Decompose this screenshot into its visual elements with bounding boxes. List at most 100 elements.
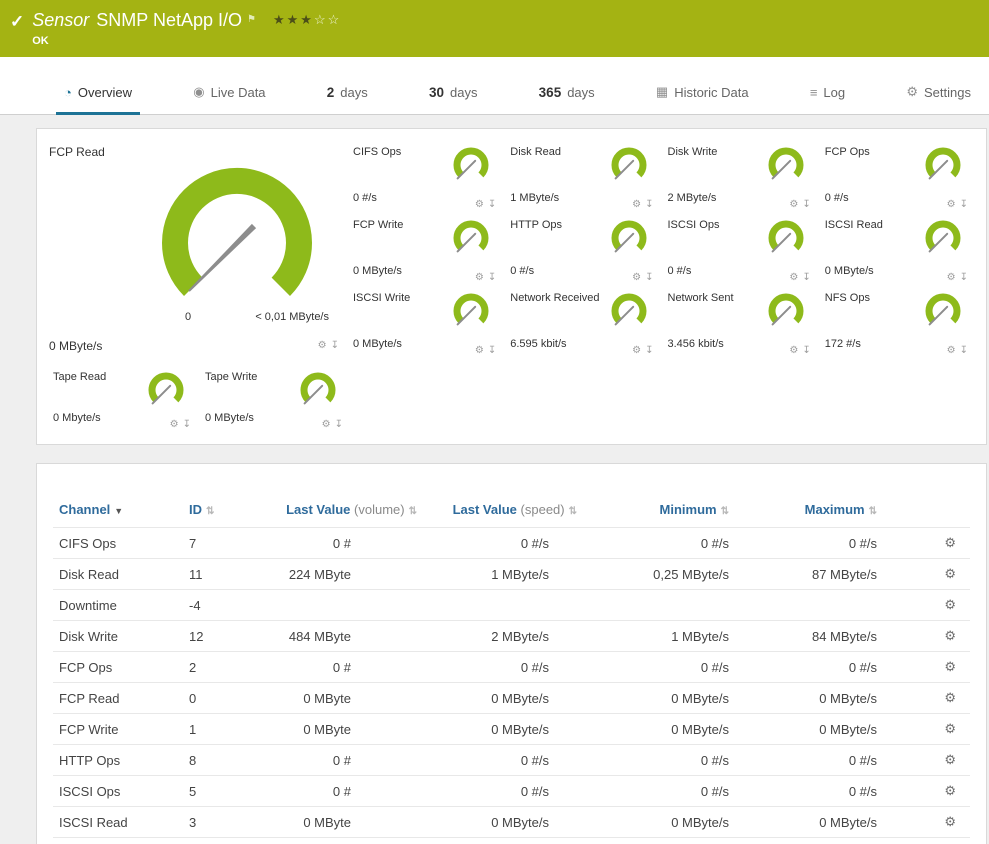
gear-icon[interactable]: ⚙ [789, 345, 798, 356]
cell-channel: ISCSI Write [53, 837, 183, 844]
col-sublabel: (volume) [354, 502, 405, 517]
channel-settings-icon[interactable]: ⚙ [944, 721, 956, 736]
tab-historic-data[interactable]: ▦ Historic Data [648, 78, 757, 115]
col-header-minimum[interactable]: Minimum ⇅ [583, 494, 735, 528]
table-row[interactable]: ISCSI Write 4 0 MByte 0 MByte/s 0 MByte/… [53, 837, 970, 844]
table-row[interactable]: CIFS Ops 7 0 # 0 #/s 0 #/s 0 #/s ⚙ [53, 527, 970, 559]
gauge-cell[interactable]: Disk Read 1 MByte/s ⚙ ↧ [504, 141, 661, 214]
stars-filled[interactable]: ★★★ [273, 12, 314, 27]
table-row[interactable]: FCP Ops 2 0 # 0 #/s 0 #/s 0 #/s ⚙ [53, 651, 970, 683]
channel-settings-icon[interactable]: ⚙ [944, 628, 956, 643]
tab-label: days [567, 85, 595, 100]
tab-label: Overview [77, 85, 133, 100]
overview-icon: ◔ [64, 85, 72, 100]
gear-icon[interactable]: ⚙ [475, 199, 484, 210]
cell-actions: ⚙ [883, 651, 970, 683]
col-header-last-value-speed[interactable]: Last Value (speed) ⇅ [423, 494, 583, 528]
channel-settings-icon[interactable]: ⚙ [944, 752, 956, 767]
tab-overview[interactable]: ◔ Overview [56, 79, 141, 115]
gauge-cell[interactable]: ISCSI Write 0 MByte/s ⚙ ↧ [347, 287, 504, 360]
col-header-last-value-volume[interactable]: Last Value (volume) ⇅ [261, 494, 423, 528]
priority-stars[interactable]: ★★★☆☆ [273, 9, 341, 31]
pin-icon[interactable]: ↧ [802, 345, 810, 356]
tab-30-days[interactable]: 30 days [421, 79, 486, 115]
channel-settings-icon[interactable]: ⚙ [944, 535, 956, 550]
pin-icon[interactable]: ↧ [335, 419, 343, 430]
gear-icon[interactable]: ⚙ [318, 340, 327, 351]
channel-settings-icon[interactable]: ⚙ [944, 659, 956, 674]
gauge-cell[interactable]: NFS Ops 172 #/s ⚙ ↧ [819, 287, 976, 360]
gauge-cell[interactable]: CIFS Ops 0 #/s ⚙ ↧ [347, 141, 504, 214]
gear-icon[interactable]: ⚙ [947, 345, 956, 356]
gear-icon[interactable]: ⚙ [947, 272, 956, 283]
table-row[interactable]: ISCSI Ops 5 0 # 0 #/s 0 #/s 0 #/s ⚙ [53, 775, 970, 807]
pin-icon[interactable]: ↧ [645, 272, 653, 283]
table-row[interactable]: Downtime -4 ⚙ [53, 589, 970, 621]
col-header-actions [883, 494, 970, 528]
pin-icon[interactable]: ↧ [331, 340, 339, 351]
gauge-cell[interactable]: Tape Read 0 Mbyte/s ⚙ ↧ [47, 366, 199, 434]
gear-icon[interactable]: ⚙ [170, 419, 179, 430]
pin-icon[interactable]: ↧ [802, 199, 810, 210]
col-header-channel[interactable]: Channel ▼ [53, 494, 183, 528]
pin-icon[interactable]: ↧ [183, 419, 191, 430]
pin-icon[interactable]: ↧ [488, 199, 496, 210]
gauge-cell[interactable]: Disk Write 2 MByte/s ⚙ ↧ [662, 141, 819, 214]
pin-icon[interactable]: ↧ [488, 345, 496, 356]
tab-live-data[interactable]: ◉ Live Data [185, 78, 273, 115]
gear-icon[interactable]: ⚙ [475, 345, 484, 356]
gauge-cell[interactable]: ISCSI Ops 0 #/s ⚙ ↧ [662, 214, 819, 287]
sort-icon: ⇅ [568, 506, 577, 517]
gauge-cell[interactable]: Tape Write 0 MByte/s ⚙ ↧ [199, 366, 351, 434]
tab-settings[interactable]: ⚙ Settings [898, 78, 979, 115]
gauge-cell[interactable]: ISCSI Read 0 MByte/s ⚙ ↧ [819, 214, 976, 287]
table-row[interactable]: Disk Write 12 484 MByte 2 MByte/s 1 MByt… [53, 620, 970, 652]
sensor-title: SNMP NetApp I/O [96, 10, 243, 30]
pin-icon[interactable]: ↧ [960, 272, 968, 283]
table-row[interactable]: Disk Read 11 224 MByte 1 MByte/s 0,25 MB… [53, 558, 970, 590]
cell-last-value-speed: 0 MByte/s [423, 806, 583, 838]
col-label: Last Value [286, 502, 351, 517]
pin-icon[interactable]: ↧ [645, 345, 653, 356]
channel-settings-icon[interactable]: ⚙ [944, 566, 956, 581]
tab-log[interactable]: ≡ Log [802, 79, 853, 115]
pin-icon[interactable]: ↧ [645, 199, 653, 210]
channel-settings-icon[interactable]: ⚙ [944, 690, 956, 705]
table-row[interactable]: HTTP Ops 8 0 # 0 #/s 0 #/s 0 #/s ⚙ [53, 744, 970, 776]
gear-icon[interactable]: ⚙ [322, 419, 331, 430]
table-row[interactable]: FCP Write 1 0 MByte 0 MByte/s 0 MByte/s … [53, 713, 970, 745]
channel-settings-icon[interactable]: ⚙ [944, 783, 956, 798]
tab-365-days[interactable]: 365 days [531, 79, 603, 115]
tab-2-days[interactable]: 2 days [319, 79, 376, 115]
pin-icon[interactable]: ↧ [960, 199, 968, 210]
col-header-maximum[interactable]: Maximum ⇅ [735, 494, 883, 528]
table-row[interactable]: ISCSI Read 3 0 MByte 0 MByte/s 0 MByte/s… [53, 806, 970, 838]
gauge-cell[interactable]: Network Received 6.595 kbit/s ⚙ ↧ [504, 287, 661, 360]
table-row[interactable]: FCP Read 0 0 MByte 0 MByte/s 0 MByte/s 0… [53, 682, 970, 714]
pin-icon[interactable]: ↧ [960, 345, 968, 356]
stars-empty[interactable]: ☆☆ [314, 12, 341, 27]
gauge-cell[interactable]: FCP Ops 0 #/s ⚙ ↧ [819, 141, 976, 214]
pin-icon[interactable]: ↧ [802, 272, 810, 283]
gear-icon[interactable]: ⚙ [789, 199, 798, 210]
gauge-cell[interactable]: Network Sent 3.456 kbit/s ⚙ ↧ [662, 287, 819, 360]
channel-settings-icon[interactable]: ⚙ [944, 597, 956, 612]
gear-icon[interactable]: ⚙ [632, 199, 641, 210]
flag-icon[interactable]: ⚑ [247, 9, 256, 31]
pin-icon[interactable]: ↧ [488, 272, 496, 283]
cell-channel: ISCSI Read [53, 806, 183, 838]
col-header-id[interactable]: ID ⇅ [183, 494, 261, 528]
gear-icon[interactable]: ⚙ [475, 272, 484, 283]
gauge-cell[interactable]: FCP Write 0 MByte/s ⚙ ↧ [347, 214, 504, 287]
channel-settings-icon[interactable]: ⚙ [944, 814, 956, 829]
primary-gauge[interactable]: FCP Read 0 < 0,01 MByte/s 0 MByte/s ⚙ ↧ [47, 141, 347, 355]
gauge-scale-min: 0 [185, 311, 192, 323]
cell-actions: ⚙ [883, 713, 970, 745]
gauge-cell[interactable]: HTTP Ops 0 #/s ⚙ ↧ [504, 214, 661, 287]
gear-icon[interactable]: ⚙ [789, 272, 798, 283]
cell-minimum: 0 MByte/s [583, 713, 735, 745]
gear-icon[interactable]: ⚙ [632, 345, 641, 356]
cell-channel: Disk Read [53, 558, 183, 590]
gear-icon[interactable]: ⚙ [632, 272, 641, 283]
gear-icon[interactable]: ⚙ [947, 199, 956, 210]
